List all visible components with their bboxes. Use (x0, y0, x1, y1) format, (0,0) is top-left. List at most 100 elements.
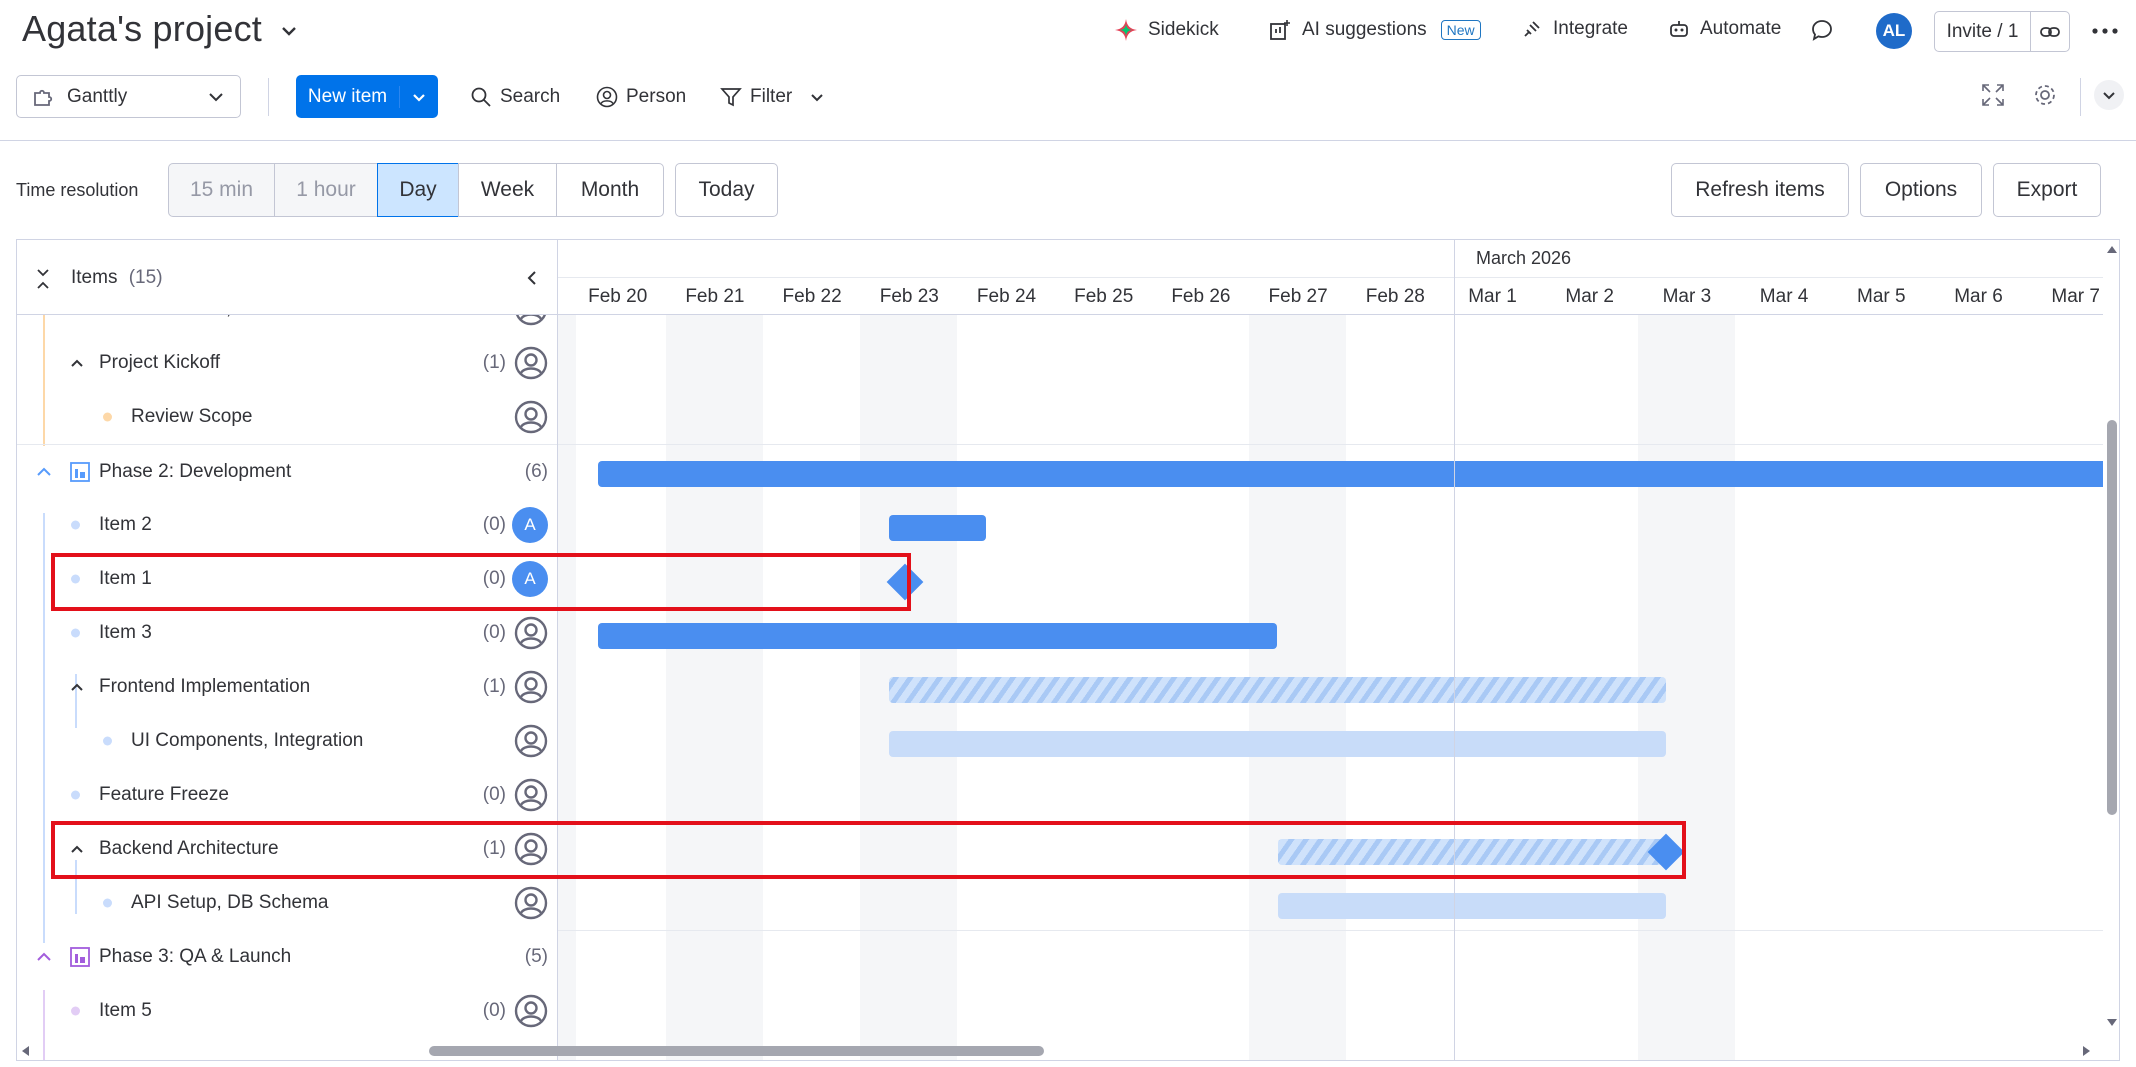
list-item[interactable]: Item 3 (0) (17, 606, 557, 660)
updates-button[interactable] (1810, 18, 1834, 42)
item-count: (6) (524, 460, 548, 482)
filter-button[interactable]: Filter (720, 86, 826, 108)
refresh-label: Refresh items (1695, 178, 1825, 201)
fullscreen-button[interactable] (1980, 82, 2006, 113)
automate-label: Automate (1700, 18, 1782, 39)
item-label: Review Scope (131, 406, 253, 427)
ui-components-bar[interactable] (889, 731, 1666, 757)
integrate-label: Integrate (1553, 18, 1628, 39)
chevron-down-icon (2103, 92, 2115, 100)
day-label: Mar 3 (1662, 286, 1712, 307)
list-item[interactable]: Frontend Implementation (1) (17, 660, 557, 714)
board-icon (70, 461, 90, 482)
resolution-month[interactable]: Month (556, 163, 664, 217)
scroll-down-arrow-icon[interactable] (2106, 1018, 2118, 1028)
chevron-down-icon[interactable] (278, 20, 300, 42)
timeline: March 2026 Feb 19 Feb 20 Feb 21 Feb 22 Feb 2… (558, 240, 2119, 1060)
horizontal-scroll-thumb[interactable] (429, 1046, 1044, 1056)
list-item[interactable]: UI Components, Integration (17, 714, 557, 768)
person-icon[interactable] (514, 670, 548, 704)
list-item[interactable]: Item 5 (0) (17, 984, 557, 1038)
scroll-up-arrow-icon[interactable] (2106, 244, 2118, 254)
frontend-group-bar[interactable] (889, 677, 1666, 703)
automate-button[interactable]: Automate (1668, 18, 1781, 40)
new-item-dropdown[interactable] (400, 88, 438, 106)
chevron-left-icon[interactable] (523, 268, 541, 288)
list-item[interactable]: Review Scope (17, 390, 557, 444)
board-icon (70, 947, 90, 967)
items-header: Items (15) (71, 267, 163, 289)
chevron-up-icon[interactable] (35, 464, 53, 480)
horizontal-scrollbar[interactable] (16, 1042, 2120, 1060)
chevron-up-icon[interactable] (35, 949, 53, 965)
list-item[interactable]: Project Kickoff (1) (17, 336, 557, 390)
person-filter-button[interactable]: Person (596, 86, 686, 108)
more-menu-button[interactable] (2090, 20, 2120, 47)
resolution-1hour[interactable]: 1 hour (274, 163, 378, 217)
today-label: Today (698, 178, 755, 201)
list-item[interactable]: Feature Freeze (0) (17, 768, 557, 822)
day-label: Mar 6 (1954, 286, 2003, 307)
plug-icon (1524, 21, 1540, 37)
chevron-down-icon (413, 93, 425, 102)
expand-icon (1982, 84, 2004, 106)
invite-button[interactable]: Invite / 1 (1934, 11, 2070, 52)
board-title-text: Agata's project (22, 8, 263, 49)
settings-button[interactable] (2032, 82, 2058, 113)
sidekick-button[interactable]: Sidekick (1114, 18, 1219, 42)
person-icon[interactable] (514, 400, 548, 434)
vertical-scrollbar[interactable] (2103, 240, 2119, 1060)
api-setup-bar[interactable] (1278, 893, 1666, 919)
avatar[interactable]: A (512, 507, 548, 543)
collapse-all-icon[interactable] (33, 268, 53, 290)
scroll-left-arrow-icon[interactable] (20, 1045, 30, 1057)
search-label: Search (500, 86, 561, 107)
chevron-down-icon (209, 92, 223, 101)
person-icon[interactable] (514, 346, 548, 380)
weekend-column (666, 315, 763, 1060)
resolution-15min[interactable]: 15 min (168, 163, 275, 217)
person-icon[interactable] (514, 886, 548, 920)
time-resolution-bar: Time resolution 15 min 1 hour Day Week M… (0, 160, 2136, 218)
person-icon[interactable] (514, 616, 548, 650)
item2-bar[interactable] (889, 515, 986, 541)
group-row-phase3[interactable]: Phase 3: QA & Launch (5) (17, 930, 557, 984)
person-icon[interactable] (514, 724, 548, 758)
user-avatar[interactable]: AL (1876, 13, 1912, 49)
item3-bar[interactable] (598, 623, 1277, 649)
resolution-option-label: Month (580, 178, 640, 201)
list-item[interactable]: Item 2 (0) A (17, 498, 557, 552)
search-button[interactable]: Search (470, 86, 560, 108)
scroll-right-arrow-icon[interactable] (2082, 1045, 2092, 1057)
resolution-day[interactable]: Day (377, 163, 459, 217)
person-icon[interactable] (514, 778, 548, 812)
timeline-header: March 2026 Feb 19 Feb 20 Feb 21 Feb 22 Feb 2… (558, 240, 2119, 315)
view-selector[interactable]: Ganttly (16, 75, 241, 118)
chevron-up-icon[interactable] (69, 679, 85, 695)
today-button[interactable]: Today (675, 163, 778, 217)
copy-link-button[interactable] (2031, 12, 2069, 51)
group-row-phase2[interactable]: Phase 2: Development (6) (17, 444, 557, 498)
chevron-down-icon (811, 94, 823, 102)
board-title[interactable]: Agata's project (22, 8, 300, 50)
item-count: (0) (482, 622, 506, 643)
options-button[interactable]: Options (1860, 163, 1982, 217)
integrate-button[interactable]: Integrate (1521, 18, 1628, 40)
ai-suggestions-icon (1270, 20, 1290, 40)
person-icon[interactable] (514, 994, 548, 1028)
list-item[interactable]: API Setup, DB Schema (17, 876, 557, 930)
ai-suggestions-button[interactable]: AI suggestions New (1268, 18, 1481, 42)
filter-label: Filter (750, 86, 793, 107)
item-count: (1) (482, 676, 506, 697)
status-dot (71, 790, 80, 800)
resolution-option-label: Day (399, 178, 437, 201)
refresh-items-button[interactable]: Refresh items (1671, 163, 1849, 217)
new-item-button[interactable]: New item (296, 75, 438, 118)
collapse-header-button[interactable] (2094, 80, 2124, 110)
chevron-up-icon[interactable] (69, 355, 85, 371)
phase2-group-bar[interactable] (598, 461, 2119, 487)
vertical-scroll-thumb[interactable] (2107, 420, 2117, 815)
export-button[interactable]: Export (1993, 163, 2101, 217)
status-dot (71, 520, 80, 530)
resolution-week[interactable]: Week (458, 163, 557, 217)
